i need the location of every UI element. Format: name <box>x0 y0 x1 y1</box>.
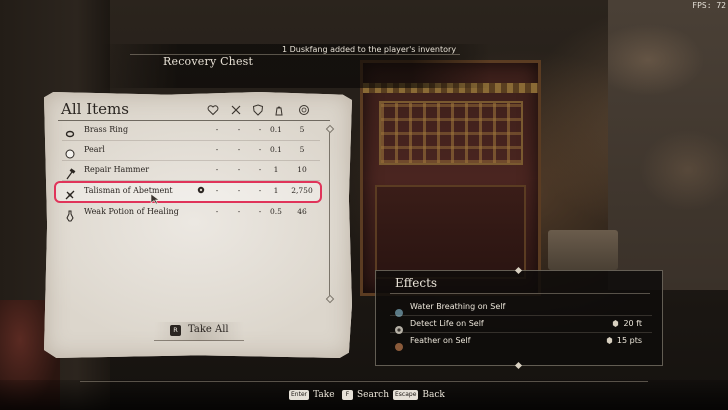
effect-row: Feather on Self 15 pts <box>390 334 652 351</box>
stone-block <box>548 230 618 270</box>
hint-label: Search <box>357 390 389 400</box>
talisman-icon <box>64 186 76 200</box>
wooden-cabinet <box>360 60 541 296</box>
item-name: Weak Potion of Healing <box>84 207 179 216</box>
inventory-row[interactable]: Brass Ring - - - 0.1 5 <box>58 121 320 141</box>
effect-name: Detect Life on Self <box>410 319 484 328</box>
container-title: Recovery Chest <box>163 55 254 68</box>
inventory-row[interactable]: Repair Hammer - - - 1 10 <box>58 161 320 181</box>
effect-magnitude-value: 15 pts <box>616 336 642 345</box>
mouse-cursor-icon <box>150 190 162 205</box>
enter-key: Enter <box>289 390 310 400</box>
effect-row: Detect Life on Self 20 ft <box>390 317 652 334</box>
effect-magnitude: 15 pts <box>606 336 642 345</box>
magnitude-icon <box>606 337 613 344</box>
magnitude-icon <box>613 320 619 327</box>
take-all-key: R <box>170 325 181 336</box>
item-name: Brass Ring <box>84 125 129 134</box>
hint-take[interactable]: Enter Take <box>289 390 335 400</box>
shield-icon[interactable] <box>252 104 264 116</box>
pearl-icon <box>64 145 76 159</box>
item-weight: 0.1 <box>270 125 282 134</box>
item-stat: - <box>237 145 241 154</box>
item-stat: - <box>237 125 241 134</box>
item-stat: - <box>215 125 219 134</box>
f-key: F <box>342 390 353 400</box>
inventory-scrollbar[interactable] <box>325 124 335 304</box>
item-value: 10 <box>297 165 307 174</box>
item-stat: - <box>237 207 241 216</box>
item-stat: - <box>215 145 219 154</box>
item-weight: 1 <box>273 186 279 195</box>
item-stat: - <box>215 165 219 174</box>
hint-label: Back <box>422 390 445 400</box>
item-weight: 0.5 <box>270 207 282 216</box>
item-added-notification: 1 Duskfang added to the player's invento… <box>282 45 457 54</box>
feather-icon <box>394 337 404 351</box>
escape-key: Escape <box>393 390 419 400</box>
effect-name: Feather on Self <box>410 336 471 345</box>
take-all-button[interactable]: R Take All <box>154 322 244 341</box>
effects-divider <box>390 293 650 294</box>
heart-icon[interactable] <box>207 104 219 116</box>
effect-row: Water Breathing on Self <box>390 300 652 317</box>
hint-label: Take <box>313 390 335 400</box>
item-weight: 1 <box>273 165 279 174</box>
hint-divider <box>80 381 648 382</box>
item-stat: - <box>237 186 241 195</box>
item-stat: - <box>237 165 241 174</box>
fps-counter: FPS: 72 <box>692 1 726 10</box>
crossed-swords-icon[interactable] <box>230 104 242 116</box>
inventory-row-selected[interactable]: Talisman of Abetment - - - 1 2,750 <box>54 181 322 203</box>
take-all-label: Take All <box>188 324 229 335</box>
weight-icon[interactable] <box>273 104 285 116</box>
stone-wall-right <box>608 0 728 290</box>
item-weight: 0.1 <box>270 145 282 154</box>
coin-icon[interactable] <box>298 104 310 116</box>
item-stat: - <box>215 186 219 195</box>
effect-name: Water Breathing on Self <box>410 302 506 311</box>
item-value: 2,750 <box>291 186 313 195</box>
hint-search[interactable]: F Search <box>342 390 389 400</box>
hammer-icon <box>64 165 76 180</box>
hint-back[interactable]: Escape Back <box>393 390 445 400</box>
item-value: 5 <box>299 125 305 134</box>
item-name: Repair Hammer <box>84 165 150 174</box>
effect-magnitude-value: 20 ft <box>623 319 642 328</box>
inventory-title[interactable]: All Items <box>61 100 129 118</box>
item-value: 5 <box>299 145 305 154</box>
effect-magnitude: 20 ft <box>612 319 642 328</box>
inventory-row[interactable]: Pearl - - - 0.1 5 <box>58 141 320 161</box>
potion-icon <box>64 207 76 222</box>
detect-life-icon <box>394 320 404 334</box>
effects-title: Effects <box>395 276 438 290</box>
inventory-row[interactable]: Weak Potion of Healing - - - 0.5 46 <box>58 203 320 223</box>
water-breathing-icon <box>394 303 404 317</box>
item-name: Pearl <box>84 145 105 154</box>
item-value: 46 <box>297 207 307 216</box>
ring-icon <box>64 125 76 138</box>
item-stat: - <box>215 207 219 216</box>
